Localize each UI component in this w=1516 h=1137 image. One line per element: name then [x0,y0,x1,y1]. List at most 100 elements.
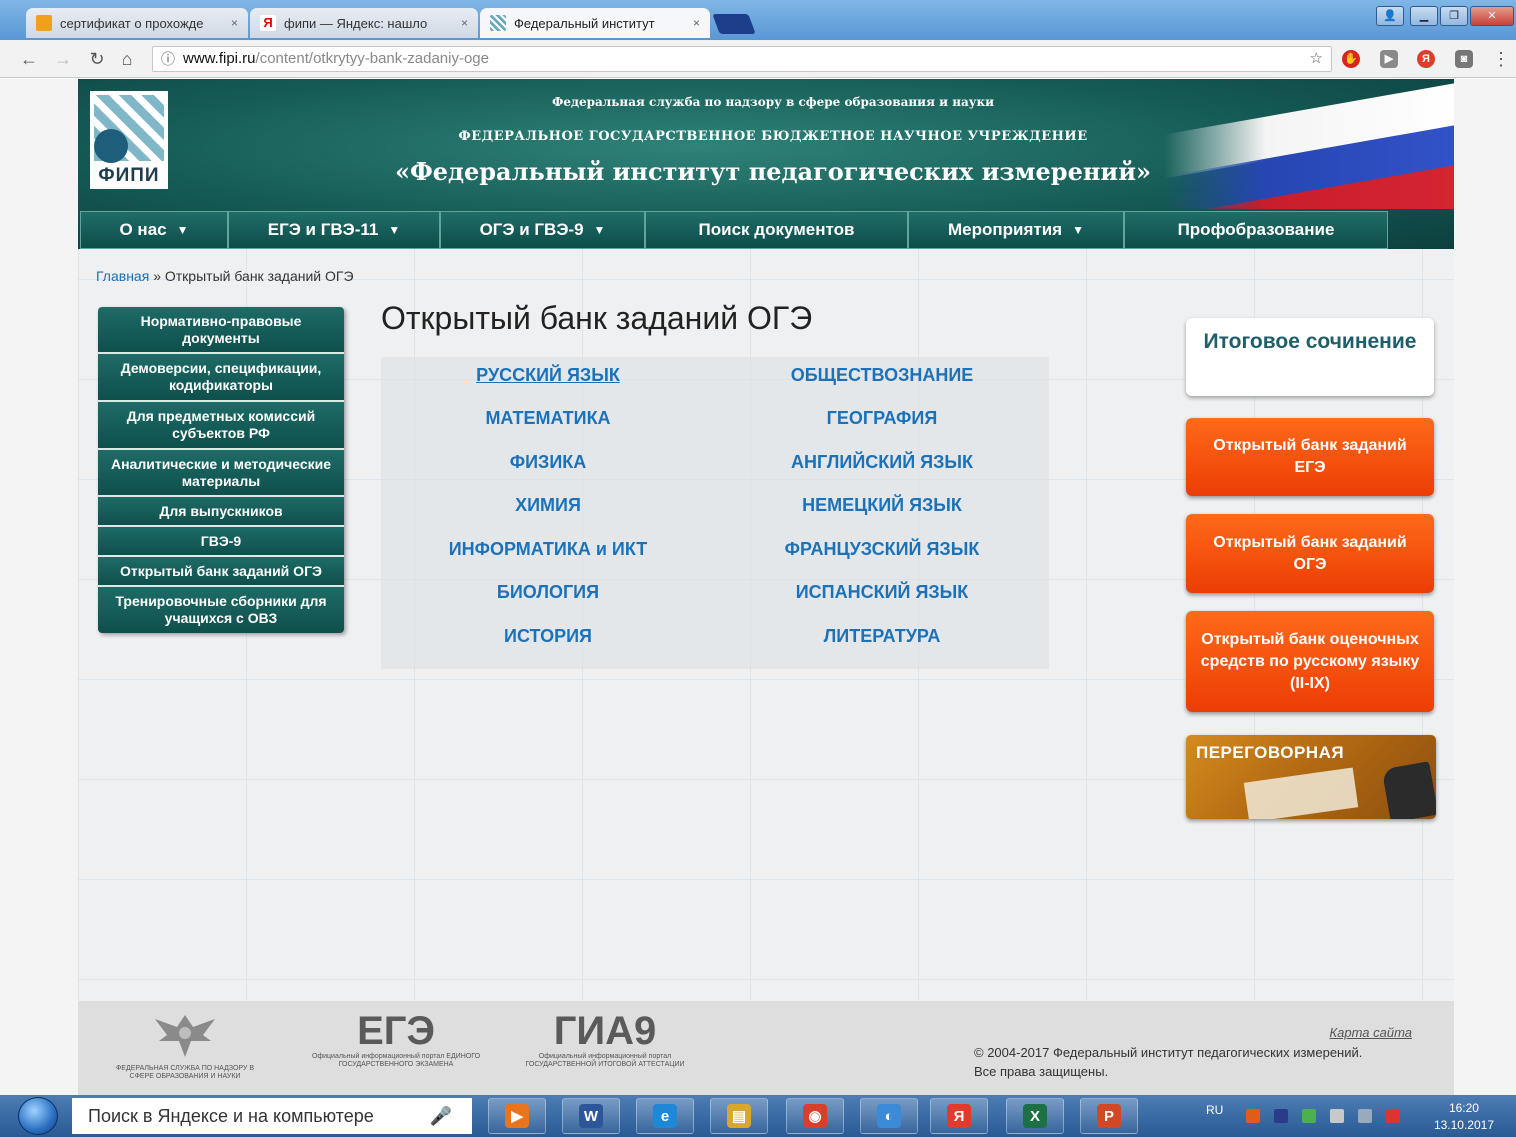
taskbar-search-input[interactable]: Поиск в Яндексе и на компьютере 🎤 [72,1098,472,1134]
gia9-portal-logo[interactable]: ГИА9 Официальный информационный портал Г… [510,1009,700,1069]
subjects-panel: РУССКИЙ ЯЗЫК МАТЕМАТИКА ФИЗИКА ХИМИЯ ИНФ… [381,357,1049,669]
sitemap-link[interactable]: Карта сайта [1329,1025,1412,1040]
taskbar-app-button[interactable]: ▤ [710,1098,768,1134]
sidebar-item-demos[interactable]: Демоверсии, спецификации, кодификаторы [98,354,344,402]
address-bar[interactable]: ⓘ www.fipi.ru/content/otkrytyy-bank-zada… [152,46,1332,72]
url-path: /content/otkrytyy-bank-zadaniy-oge [255,50,489,67]
nav-label: Мероприятия [948,220,1063,239]
site-footer: ФЕДЕРАЛЬНАЯ СЛУЖБА ПО НАДЗОРУ В СФЕРЕ ОБ… [78,1001,1454,1095]
user-icon[interactable]: 👤 [1376,6,1404,26]
tab-fipi[interactable]: Федеральный институт × [480,8,710,38]
subject-link-chemistry[interactable]: ХИМИЯ [381,495,715,516]
sidebar-item-graduates[interactable]: Для выпускников [98,497,344,527]
final-essay-button[interactable]: Итоговое сочинение [1186,318,1434,396]
sidebar-item-analytics[interactable]: Аналитические и методические материалы [98,450,344,497]
subject-link-social-studies[interactable]: ОБЩЕСТВОЗНАНИЕ [715,365,1049,386]
taskbar-app-button[interactable]: P [1080,1098,1138,1134]
start-button[interactable] [18,1097,58,1135]
microphone-image [1381,761,1436,819]
yandex-extension-icon[interactable]: Я [1417,50,1435,68]
tab-close-icon[interactable]: × [693,16,700,30]
meeting-room-label: ПЕРЕГОВОРНАЯ [1196,743,1345,762]
taskbar-app-button[interactable]: W [562,1098,620,1134]
sidebar-item-regulations[interactable]: Нормативно-правовые документы [98,307,344,354]
rosobrnadzor-logo[interactable]: ФЕДЕРАЛЬНАЯ СЛУЖБА ПО НАДЗОРУ В СФЕРЕ ОБ… [110,1011,260,1081]
clock-date: 13.10.2017 [1433,1118,1494,1132]
camera-extension-icon[interactable]: ◙ [1455,50,1473,68]
taskbar-app-button[interactable]: ▶ [488,1098,546,1134]
oge-bank-button[interactable]: Открытый банк заданий ОГЭ [1186,514,1434,593]
yandex-favicon-icon: Я [260,15,276,31]
home-icon[interactable]: ⌂ [116,48,138,70]
subject-link-history[interactable]: ИСТОРИЯ [381,626,715,647]
tray-onenote-icon[interactable] [1274,1109,1288,1123]
header-institution-name: «Федеральный институт педагогических изм… [394,157,1152,186]
subject-link-spanish[interactable]: ИСПАНСКИЙ ЯЗЫК [715,582,1049,603]
nav-oge[interactable]: ОГЭ и ГВЭ-9 ▼ [440,211,645,249]
fipi-logo[interactable]: ФИПИ [90,91,168,189]
tab-certificate[interactable]: сертификат о прохожде × [26,8,248,38]
media-player-icon: ▶ [505,1104,529,1128]
adblock-extension-icon[interactable]: ✋ [1342,50,1360,68]
ege-portal-logo[interactable]: ЕГЭ Официальный информационный портал ЕД… [306,1009,486,1069]
meeting-room-banner[interactable]: ПЕРЕГОВОРНАЯ [1186,735,1436,819]
subject-link-russian[interactable]: РУССКИЙ ЯЗЫК [381,365,715,386]
extension-icon[interactable]: ▶ [1380,50,1398,68]
microphone-icon[interactable]: 🎤 [430,1098,452,1134]
subject-link-german[interactable]: НЕМЕЦКИЙ ЯЗЫК [715,495,1049,516]
fipi-page: ФИПИ Федеральная служба по надзору в сфе… [78,79,1454,1095]
taskbar-app-button[interactable]: ◉ [786,1098,844,1134]
tab-label: сертификат о прохожде [60,15,204,31]
subject-link-informatics[interactable]: ИНФОРМАТИКА и ИКТ [381,539,715,560]
nav-events[interactable]: Мероприятия ▼ [908,211,1124,249]
reload-icon[interactable]: ↻ [86,48,108,70]
forward-arrow-icon[interactable]: → [52,48,74,70]
sidebar-item-gve9[interactable]: ГВЭ-9 [98,527,344,557]
taskbar-app-button[interactable]: Я [930,1098,988,1134]
nav-document-search[interactable]: Поиск документов [645,211,908,249]
tab-close-icon[interactable]: × [231,16,238,30]
subject-link-english[interactable]: АНГЛИЙСКИЙ ЯЗЫК [715,452,1049,473]
taskbar-clock[interactable]: 16:20 13.10.2017 [1434,1100,1494,1134]
subject-link-french[interactable]: ФРАНЦУЗСКИЙ ЯЗЫК [715,539,1049,560]
tray-battery-icon[interactable] [1358,1109,1372,1123]
ege-bank-button[interactable]: Открытый банк заданий ЕГЭ [1186,418,1434,496]
nav-about[interactable]: О нас ▼ [80,211,228,249]
maximize-button[interactable]: ❐ [1440,6,1468,26]
tray-volume-icon[interactable] [1330,1109,1344,1123]
close-window-button[interactable]: ✕ [1470,6,1514,26]
star-icon[interactable]: ☆ [1310,47,1323,71]
subject-link-geography[interactable]: ГЕОГРАФИЯ [715,408,1049,429]
dropdown-arrow-icon: ▼ [388,223,401,237]
menu-kebab-icon[interactable]: ⋮ [1490,48,1512,70]
new-tab-button[interactable] [712,14,756,34]
subject-link-physics[interactable]: ФИЗИКА [381,452,715,473]
breadcrumb-home-link[interactable]: Главная [96,268,149,284]
taskbar-app-button[interactable]: e [636,1098,694,1134]
minimize-button[interactable]: ▁ [1410,6,1438,26]
language-indicator[interactable]: RU [1206,1103,1223,1117]
tray-network-icon[interactable] [1302,1109,1316,1123]
url-host: www.fipi.ru [183,50,256,67]
nav-ege[interactable]: ЕГЭ и ГВЭ-11 ▼ [228,211,440,249]
subject-link-literature[interactable]: ЛИТЕРАТУРА [715,626,1049,647]
yandex-browser-icon: Я [947,1104,971,1128]
tab-close-icon[interactable]: × [461,16,468,30]
back-arrow-icon[interactable]: ← [18,48,40,70]
tray-app-icon[interactable] [1246,1109,1260,1123]
subject-link-math[interactable]: МАТЕМАТИКА [381,408,715,429]
sidebar-item-commissions[interactable]: Для предметных комиссий субъектов РФ [98,402,344,450]
tab-yandex-search[interactable]: Я фипи — Яндекс: нашло × [250,8,478,38]
tray-flag-icon[interactable] [1386,1109,1400,1123]
subject-link-biology[interactable]: БИОЛОГИЯ [381,582,715,603]
russian-assessment-bank-button[interactable]: Открытый банк оценочных средств по русск… [1186,611,1434,712]
excel-icon: X [1023,1104,1047,1128]
info-icon[interactable]: ⓘ [161,47,175,71]
sidebar-item-oge-bank[interactable]: Открытый банк заданий ОГЭ [98,557,344,587]
sidebar-item-ovz-collections[interactable]: Тренировочные сборники для учащихся с ОВ… [98,587,344,633]
file-explorer-icon: ▤ [727,1104,751,1128]
nav-vocational[interactable]: Профобразование [1124,211,1388,249]
taskbar-app-button[interactable]: ◐ [860,1098,918,1134]
browser-tab-bar: сертификат о прохожде × Я фипи — Яндекс:… [0,0,1516,40]
taskbar-app-button[interactable]: X [1006,1098,1064,1134]
